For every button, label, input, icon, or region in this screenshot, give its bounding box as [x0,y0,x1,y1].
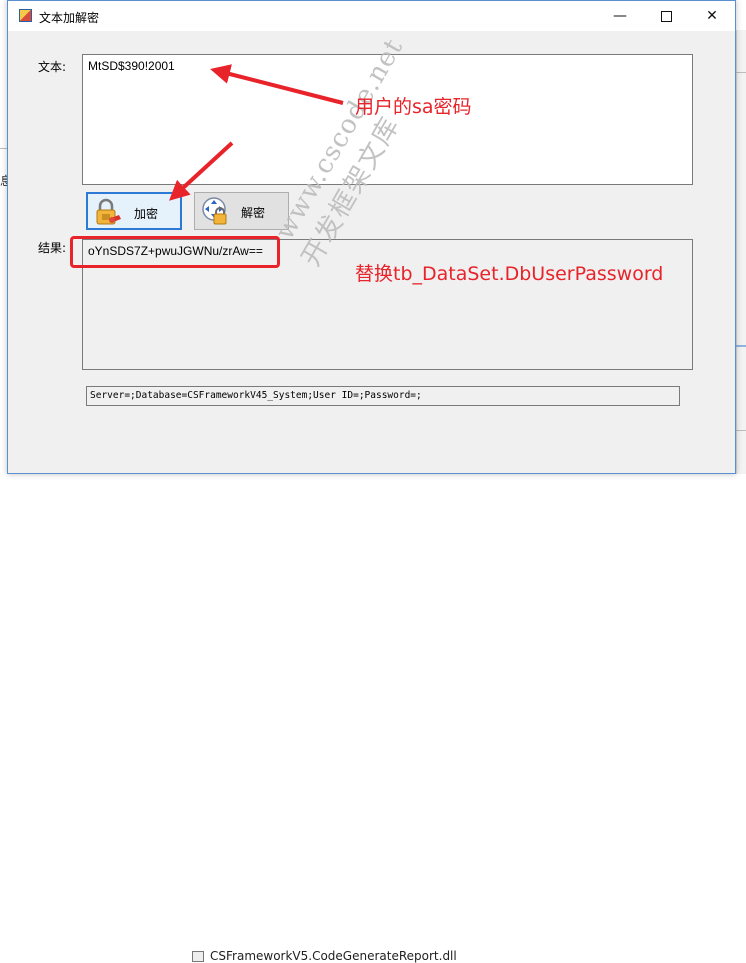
app-icon [19,9,32,22]
maximize-icon [660,10,672,22]
annotation-highlight-box [70,236,280,268]
annotation-note-password: 用户的sa密码 [355,96,472,118]
close-button[interactable]: ✕ [689,1,735,31]
encrypt-button-label: 加密 [134,207,159,221]
background-window-edge [736,30,746,484]
background-divider [736,345,746,347]
close-icon: ✕ [706,8,718,24]
unlock-arrows-icon [202,197,227,225]
background-divider [736,72,746,73]
encrypt-button[interactable]: 加密 [86,192,182,230]
background-file-name: CSFrameworkV5.CodeGenerateReport.dll [210,949,457,963]
annotation-note-replace: 替换tb_DataSet.DbUserPassword [355,263,664,285]
window-title: 文本加解密 [39,11,100,25]
result-label: 结果: [38,241,67,255]
background-divider [0,148,7,149]
decrypt-button-label: 解密 [241,206,266,220]
file-icon [192,951,204,962]
text-label: 文本: [38,60,67,74]
lock-key-icon [96,198,121,225]
minimize-icon: — [613,8,627,24]
minimize-button[interactable]: — [597,1,643,31]
connection-string-field[interactable]: Server=;Database=CSFrameworkV45_System;U… [86,386,680,406]
background-divider [736,430,746,431]
background-file-list: CSFrameworkV5.CodeGenerateReport.dll [0,474,746,963]
background-file-item[interactable]: CSFrameworkV5.CodeGenerateReport.dll [192,949,457,963]
maximize-button[interactable] [643,1,689,31]
title-bar[interactable]: 文本加解密 — ✕ [8,1,735,31]
